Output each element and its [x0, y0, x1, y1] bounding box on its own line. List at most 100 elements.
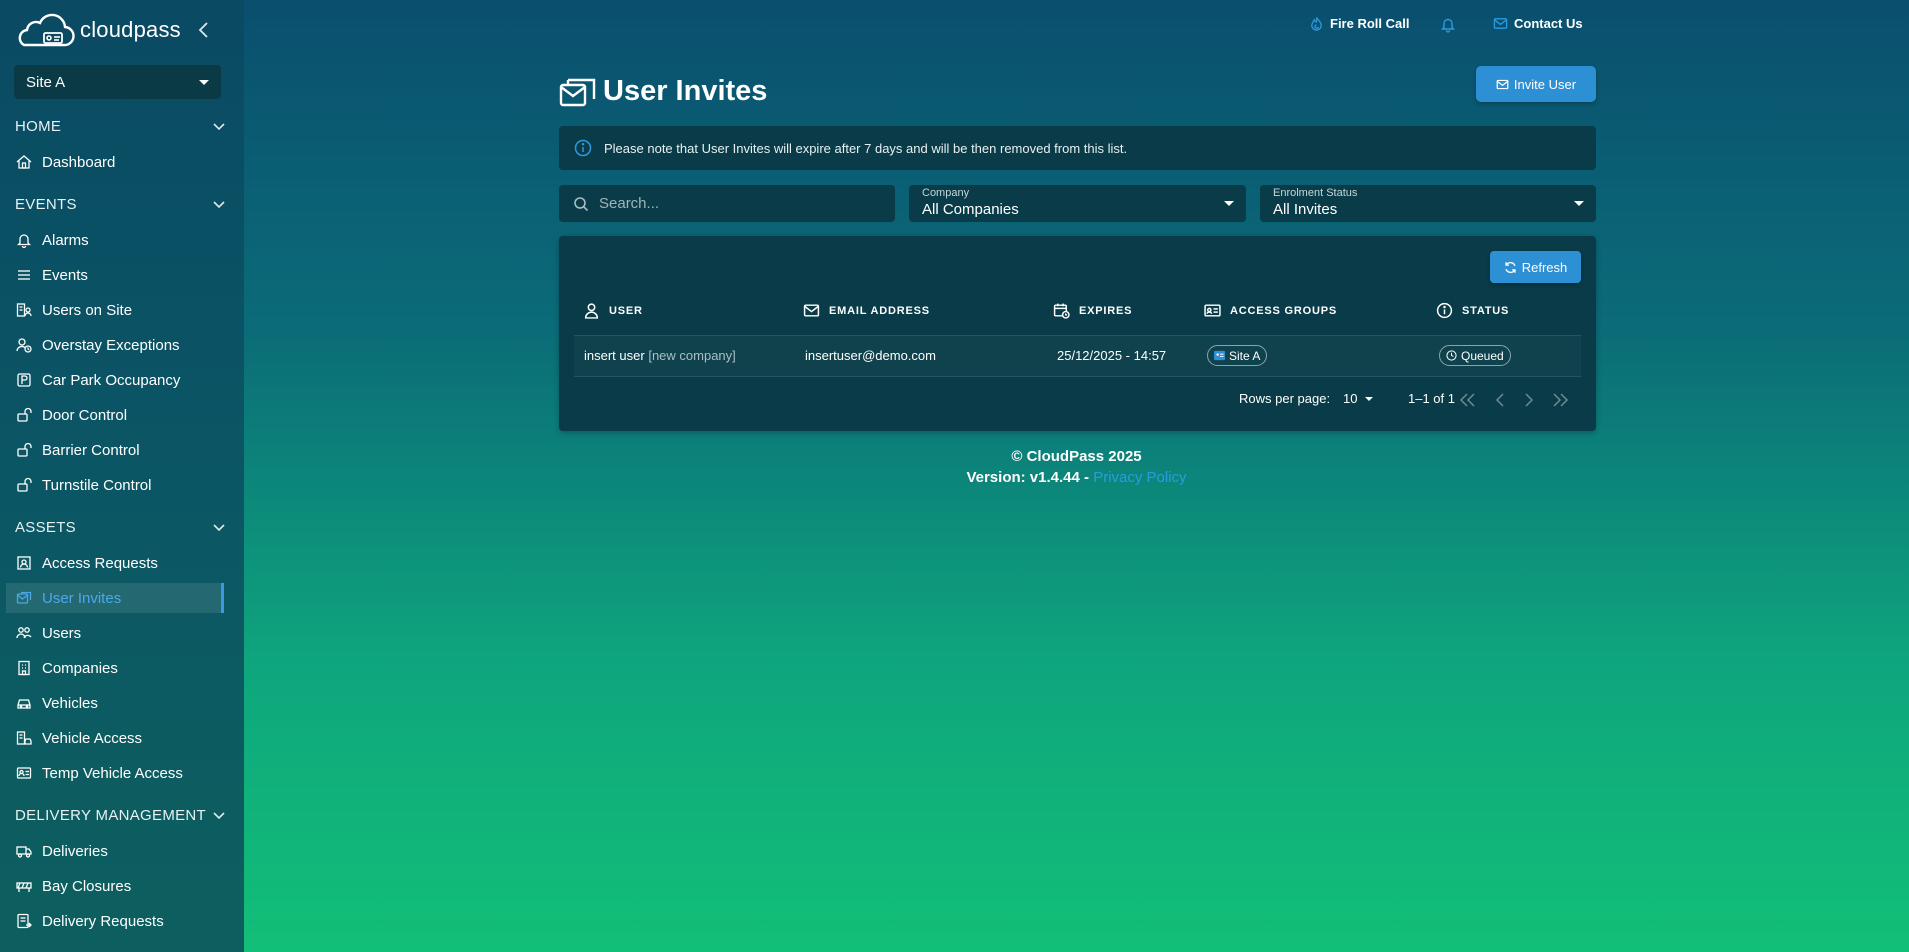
clock-user-icon: [15, 336, 33, 354]
sidebar-item-alarms[interactable]: Alarms: [6, 225, 224, 255]
temp-vehicle-icon: [15, 764, 33, 782]
bay-closure-icon: [15, 877, 33, 895]
sidebar-item-temp-vehicle-access[interactable]: Temp Vehicle Access: [6, 758, 224, 788]
enrolment-status-select[interactable]: Enrolment Status All Invites: [1260, 185, 1596, 222]
company-select-label: Company: [922, 187, 970, 199]
sidebar-item-label: Events: [42, 266, 88, 284]
sidebar-item-label: Users on Site: [42, 301, 133, 319]
sidebar-item-companies[interactable]: Companies: [6, 653, 224, 683]
section-events[interactable]: EVENTS: [15, 196, 225, 213]
status-label: Queued: [1461, 348, 1504, 363]
sidebar-item-label: Delivery Requests: [42, 912, 164, 930]
sidebar-item-events[interactable]: Events: [6, 260, 224, 290]
sidebar-item-users-on-site[interactable]: Users on Site: [6, 295, 224, 325]
sidebar-item-label: Dashboard: [42, 153, 116, 171]
sidebar-item-label: User Invites: [42, 589, 122, 607]
search-placeholder: Search...: [599, 195, 660, 212]
sidebar-item-access-requests[interactable]: Access Requests: [6, 548, 224, 578]
id-card-icon: [1204, 304, 1221, 317]
invite-user-button[interactable]: Invite User: [1476, 66, 1596, 102]
search-input[interactable]: Search...: [559, 185, 895, 222]
page-title-text: User Invites: [603, 74, 768, 107]
site-select-value: Site A: [26, 73, 66, 91]
sidebar-item-label: Overstay Exceptions: [42, 336, 180, 354]
home-icon: [15, 153, 33, 171]
envelope-stack-icon: [559, 78, 596, 107]
caret-down-icon: [1365, 396, 1374, 401]
access-group-chip[interactable]: Site A: [1207, 345, 1268, 366]
section-title: EVENTS: [15, 196, 77, 213]
last-page-icon[interactable]: [1550, 392, 1570, 408]
sidebar-item-users[interactable]: Users: [6, 618, 224, 648]
enrolment-status-value: All Invites: [1273, 201, 1338, 218]
contact-us-label: Contact Us: [1514, 16, 1583, 31]
user-icon: [584, 303, 599, 319]
envelope-icon: [1496, 79, 1509, 89]
column-header-access-groups[interactable]: ACCESS GROUPS: [1204, 302, 1337, 319]
search-icon: [574, 196, 589, 211]
caret-down-icon: [1574, 201, 1584, 206]
chevron-down-icon: [213, 524, 225, 532]
row-divider: [574, 376, 1581, 377]
id-card-icon: [1214, 350, 1225, 361]
column-header-expires[interactable]: EXPIRES: [1053, 302, 1132, 319]
privacy-policy-link[interactable]: Privacy Policy: [1093, 469, 1186, 486]
column-header-status[interactable]: STATUS: [1436, 302, 1509, 319]
clock-icon: [1446, 350, 1457, 361]
car-icon: [15, 694, 33, 712]
column-header-email[interactable]: EMAIL ADDRESS: [803, 302, 930, 319]
access-request-icon: [15, 554, 33, 572]
collapse-sidebar-icon[interactable]: [196, 20, 212, 40]
section-home[interactable]: HOME: [15, 118, 225, 135]
rows-per-page-select[interactable]: 10: [1343, 391, 1374, 406]
sidebar-item-door-control[interactable]: Door Control: [6, 400, 224, 430]
sidebar-item-car-park-occupancy[interactable]: Car Park Occupancy: [6, 365, 224, 395]
sidebar-item-bay-closures[interactable]: Bay Closures: [6, 871, 224, 901]
section-assets[interactable]: ASSETS: [15, 519, 225, 536]
fire-roll-call-link[interactable]: Fire Roll Call: [1309, 16, 1409, 31]
refresh-icon: [1505, 261, 1516, 273]
cell-user: insert user [new company]: [584, 348, 736, 363]
truck-icon: [15, 842, 33, 860]
site-select[interactable]: Site A: [14, 65, 221, 99]
envelope-icon: [1493, 18, 1508, 29]
cell-email: insertuser@demo.com: [805, 348, 936, 363]
rows-per-page-value: 10: [1343, 391, 1358, 406]
contact-us-link[interactable]: Contact Us: [1493, 16, 1583, 31]
user-company: [new company]: [648, 348, 736, 363]
cell-expires: 25/12/2025 - 14:57: [1057, 348, 1167, 363]
chevron-down-icon: [213, 201, 225, 209]
sidebar-item-label: Car Park Occupancy: [42, 371, 181, 389]
sidebar-item-overstay-exceptions[interactable]: Overstay Exceptions: [6, 330, 224, 360]
section-delivery-management[interactable]: DELIVERY MANAGEMENT: [15, 807, 225, 824]
sidebar-item-vehicles[interactable]: Vehicles: [6, 688, 224, 718]
column-header-user[interactable]: USER: [583, 302, 643, 319]
sidebar-item-label: Door Control: [42, 406, 128, 424]
sidebar-item-label: Deliveries: [42, 842, 108, 860]
sidebar-item-user-invites[interactable]: User Invites: [6, 583, 224, 613]
bell-icon[interactable]: [1440, 16, 1456, 33]
column-label: EMAIL ADDRESS: [829, 304, 930, 317]
next-page-icon[interactable]: [1519, 392, 1539, 408]
first-page-icon[interactable]: [1458, 392, 1478, 408]
fire-roll-call-label: Fire Roll Call: [1330, 16, 1410, 31]
chevron-down-icon: [213, 812, 225, 820]
sidebar-item-deliveries[interactable]: Deliveries: [6, 836, 224, 866]
delivery-request-icon: [15, 912, 33, 930]
column-label: USER: [609, 304, 643, 317]
sidebar-item-dashboard[interactable]: Dashboard: [6, 147, 224, 177]
prev-page-icon[interactable]: [1490, 392, 1510, 408]
status-badge: Queued: [1439, 345, 1511, 366]
sidebar-item-delivery-requests[interactable]: Delivery Requests: [6, 906, 224, 936]
cloud-logo-icon: [18, 13, 75, 47]
column-label: EXPIRES: [1079, 304, 1133, 317]
vehicle-access-icon: [15, 729, 33, 747]
info-icon: [574, 139, 592, 157]
envelope-icon: [15, 589, 33, 607]
refresh-button[interactable]: Refresh: [1490, 251, 1581, 283]
company-select[interactable]: Company All Companies: [909, 185, 1246, 222]
brand-logo[interactable]: cloudpass: [14, 10, 214, 50]
sidebar-item-vehicle-access[interactable]: Vehicle Access: [6, 723, 224, 753]
brand-name: cloudpass: [80, 17, 181, 42]
sidebar-item-label: Alarms: [42, 231, 89, 249]
